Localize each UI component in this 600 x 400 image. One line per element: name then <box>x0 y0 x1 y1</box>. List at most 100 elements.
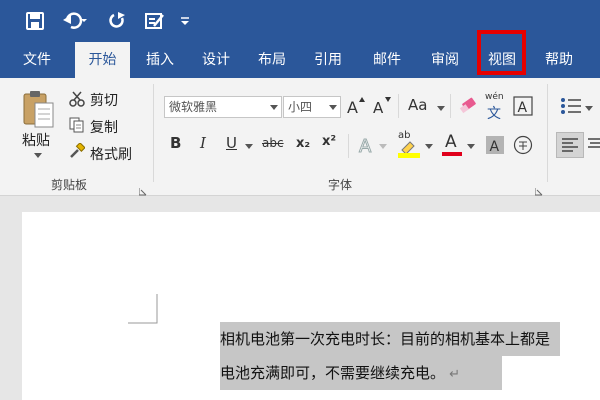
font-size-dropdown[interactable] <box>326 97 340 117</box>
phonetic-bottom: 文 <box>487 106 501 122</box>
redo-button[interactable] <box>104 8 130 34</box>
subscript-button[interactable]: x₂ <box>296 136 310 151</box>
selected-text-line-2-content: 电池充满即可，不需要继续充电。 <box>220 364 446 382</box>
copy-button[interactable] <box>68 116 86 134</box>
enclose-characters-button[interactable] <box>512 134 534 156</box>
dialog-launcher-icon <box>138 188 147 196</box>
format-painter-button[interactable] <box>68 142 86 160</box>
chevron-down-icon <box>437 105 445 111</box>
font-name-combo[interactable]: 微软雅黑 <box>164 96 282 118</box>
tab-review[interactable]: 审阅 <box>418 42 472 78</box>
character-shading-icon: A <box>486 136 504 155</box>
tab-file[interactable]: 文件 <box>10 42 64 78</box>
text-effects-icon: A <box>359 136 373 156</box>
character-shading-button[interactable]: A <box>484 134 506 156</box>
chevron-down-icon <box>379 143 387 149</box>
chevron-down-icon <box>34 152 42 158</box>
bullets-dropdown[interactable] <box>584 104 594 112</box>
undo-icon <box>63 12 87 29</box>
italic-button[interactable]: I <box>200 134 206 152</box>
tab-help[interactable]: 帮助 <box>532 42 586 78</box>
eraser-icon <box>459 97 476 114</box>
grow-font-button[interactable]: A <box>346 94 366 118</box>
font-group-label: 字体 <box>327 178 352 192</box>
tab-design[interactable]: 设计 <box>190 42 242 78</box>
svg-text:A: A <box>490 139 500 155</box>
customize-qat-button[interactable] <box>176 8 194 34</box>
font-name-dropdown[interactable] <box>267 97 281 117</box>
ribbon-divider <box>398 94 399 118</box>
format-painter-label[interactable]: 格式刷 <box>90 144 132 164</box>
touch-mode-button[interactable] <box>142 8 168 34</box>
font-color-bar <box>442 152 462 156</box>
clipboard-launcher[interactable] <box>138 181 147 196</box>
paste-label[interactable]: 粘贴 <box>22 130 50 150</box>
bullets-button[interactable] <box>558 94 584 118</box>
clear-formatting-button[interactable] <box>458 94 480 118</box>
font-launcher[interactable] <box>534 181 543 196</box>
tab-home[interactable]: 开始 <box>75 42 130 78</box>
superscript-button[interactable]: x² <box>322 134 336 149</box>
change-case-dropdown[interactable] <box>436 104 446 112</box>
phonetic-top: wén <box>485 92 504 102</box>
chevron-down-icon <box>245 143 253 149</box>
dialog-launcher-icon <box>534 188 543 196</box>
save-button[interactable] <box>22 8 48 34</box>
highlighter-icon <box>398 141 420 158</box>
selected-text-line-2[interactable]: 电池充满即可，不需要继续充电。 ↵ <box>220 356 502 390</box>
touch-mode-icon <box>145 13 164 29</box>
paste-dropdown[interactable] <box>32 150 44 160</box>
chevron-down-icon <box>585 105 593 111</box>
ribbon-divider <box>450 94 451 118</box>
document-page[interactable]: 相机电池第一次充电时长：目前的相机基本上都是 电池充满即可，不需要继续充电。 ↵ <box>22 212 600 400</box>
document-area: 相机电池第一次充电时长：目前的相机基本上都是 电池充满即可，不需要继续充电。 ↵ <box>0 196 600 400</box>
font-color-a: A <box>445 132 457 152</box>
underline-button[interactable]: U <box>226 134 237 152</box>
save-icon <box>26 12 44 30</box>
view-tab-highlight-box <box>477 30 526 75</box>
text-highlight-button[interactable]: ab <box>396 130 422 158</box>
text-effects-dropdown[interactable] <box>378 142 388 150</box>
underline-dropdown[interactable] <box>244 142 254 150</box>
redo-icon <box>109 12 125 28</box>
undo-button[interactable] <box>60 8 90 34</box>
tab-mailings[interactable]: 邮件 <box>360 42 414 78</box>
align-left-icon <box>562 138 578 152</box>
text-effects-button[interactable]: A <box>356 134 378 156</box>
font-color-button[interactable]: A <box>440 130 464 158</box>
copy-icon <box>69 117 84 133</box>
font-size-value: 小四 <box>288 100 313 114</box>
grow-font-icon: A <box>347 97 365 116</box>
align-center-button[interactable] <box>588 132 600 158</box>
svg-text:A: A <box>518 100 528 116</box>
text-highlight-dropdown[interactable] <box>424 142 434 150</box>
svg-text:A: A <box>373 99 384 116</box>
tab-insert[interactable]: 插入 <box>134 42 186 78</box>
ribbon-divider <box>547 84 548 182</box>
tab-references[interactable]: 引用 <box>302 42 354 78</box>
bullet-list-icon <box>561 98 581 114</box>
cut-button[interactable] <box>68 90 86 108</box>
cut-label[interactable]: 剪切 <box>90 90 118 110</box>
font-color-dropdown[interactable] <box>466 142 476 150</box>
selected-text-line-1[interactable]: 相机电池第一次充电时长：目前的相机基本上都是 <box>220 322 561 356</box>
font-size-combo[interactable]: 小四 <box>283 96 341 118</box>
bold-button[interactable]: B <box>170 134 181 152</box>
scissors-icon <box>69 91 85 107</box>
change-case-button[interactable]: Aa <box>408 96 427 114</box>
tab-layout[interactable]: 布局 <box>246 42 298 78</box>
phonetic-guide-button[interactable]: wén 文 <box>484 92 506 122</box>
chevron-down-icon <box>425 143 433 149</box>
strikethrough-button[interactable]: abc <box>262 136 284 150</box>
align-left-button[interactable] <box>556 132 584 158</box>
copy-label[interactable]: 复制 <box>90 117 118 137</box>
customize-qat-icon <box>181 17 189 25</box>
chevron-down-icon <box>270 104 278 110</box>
align-center-icon <box>588 138 600 148</box>
paste-button[interactable] <box>18 86 58 132</box>
character-border-icon: A <box>513 96 533 116</box>
character-border-button[interactable]: A <box>512 94 534 118</box>
chevron-down-icon <box>467 143 475 149</box>
ribbon-home: 粘贴 剪切 复制 格式刷 剪贴板 微软雅黑 小四 A A Aa wén 文 A … <box>0 78 600 196</box>
shrink-font-button[interactable]: A <box>372 94 392 118</box>
